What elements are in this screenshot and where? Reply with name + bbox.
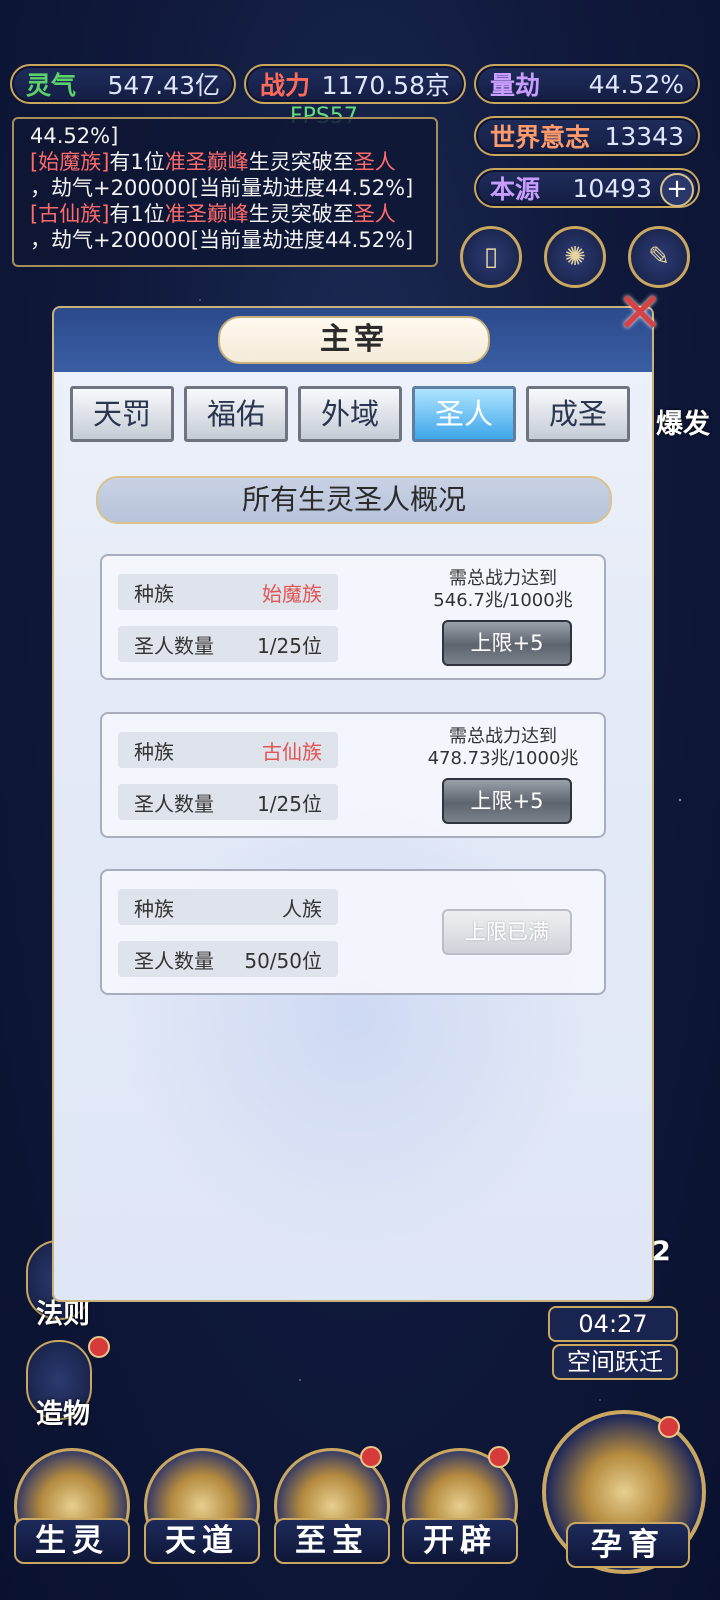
race-row: 种族 人族 (118, 889, 338, 925)
count-row: 圣人数量 1/25位 (118, 626, 338, 662)
close-icon[interactable]: ✕ (612, 286, 668, 342)
scroll-icon[interactable]: ✎ (628, 226, 690, 288)
nav-kaipi[interactable]: 开辟 (402, 1518, 518, 1564)
nav-yunyu[interactable]: 孕育 (566, 1522, 690, 1568)
raise-limit-button[interactable]: 上限+5 (442, 778, 572, 824)
dialog-title: 主宰 (218, 316, 490, 364)
count-value: 50/50位 (244, 948, 322, 973)
race-value: 人族 (282, 896, 322, 921)
zhuzai-dialog: 主宰 天罚 福佑 外域 圣人 成圣 所有生灵圣人概况 种族 始魔族 圣人数量 1… (54, 308, 652, 1300)
count-value: 1/25位 (257, 791, 322, 816)
zhanli-label: 战力 (260, 71, 311, 100)
race-value: 古仙族 (262, 739, 322, 764)
swirl-icon[interactable]: ✺ (544, 226, 606, 288)
lingqi-value: 547.43亿 (107, 71, 220, 100)
tab-shengren[interactable]: 圣人 (412, 386, 516, 442)
count-label: 圣人数量 (134, 633, 214, 658)
requirement-text: 需总战力达到 546.7兆/1000兆 (433, 568, 573, 611)
benyuan-value: 10493 (572, 173, 652, 203)
shijie-label: 世界意志 (490, 123, 591, 152)
zhanli-resource: 战力 1170.58京 (244, 64, 466, 104)
zhibao-notice-dot (360, 1446, 382, 1468)
tab-fuyou[interactable]: 福佑 (184, 386, 288, 442)
log-line-partial: 44.52%] (30, 124, 119, 148)
dialog-tabs: 天罚 福佑 外域 圣人 成圣 (70, 386, 630, 442)
limit-full-button[interactable]: 上限已满 (442, 909, 572, 955)
benyuan-resource: 本源 10493 + (474, 168, 700, 208)
message-log[interactable]: 44.52%] [始魔族]有1位准圣巅峰生灵突破至圣人 ，劫气+200000[当… (12, 117, 438, 267)
raise-limit-button[interactable]: 上限+5 (442, 620, 572, 666)
side-partial-label: 爆发 (656, 409, 710, 440)
race-label: 种族 (134, 581, 174, 606)
nav-zhibao[interactable]: 至宝 (274, 1518, 390, 1564)
liangjie-label: 量劫 (490, 71, 541, 100)
dialog-background-art (114, 788, 594, 1248)
log-entry: [始魔族]有1位准圣巅峰生灵突破至圣人 ，劫气+200000[当前量劫进度44.… (30, 150, 414, 200)
count-label: 圣人数量 (134, 948, 214, 973)
count-label: 圣人数量 (134, 791, 214, 816)
nav-shengling[interactable]: 生灵 (14, 1518, 130, 1564)
lingqi-resource: 灵气 547.43亿 (10, 64, 236, 104)
zao-wu-notice-dot (88, 1336, 110, 1358)
race-card: 种族 古仙族 圣人数量 1/25位 需总战力达到 478.73兆/1000兆 上… (100, 712, 606, 838)
tab-chengsheng[interactable]: 成圣 (526, 386, 630, 442)
liangjie-resource: 量劫 44.52% (474, 64, 700, 104)
yunyu-notice-dot (658, 1416, 680, 1438)
count-row: 圣人数量 1/25位 (118, 784, 338, 820)
race-card: 种族 始魔族 圣人数量 1/25位 需总战力达到 546.7兆/1000兆 上限… (100, 554, 606, 680)
countdown-timer: 04:27 (548, 1306, 678, 1342)
log-entry: [古仙族]有1位准圣巅峰生灵突破至圣人 ，劫气+200000[当前量劫进度44.… (30, 202, 414, 252)
nav-tiandao[interactable]: 天道 (144, 1518, 260, 1564)
kaipi-notice-dot (488, 1446, 510, 1468)
zhanli-value: 1170.58京 (321, 71, 450, 100)
race-label: 种族 (134, 739, 174, 764)
race-value: 始魔族 (262, 581, 322, 606)
right-badge-count: 2 (652, 1236, 671, 1267)
requirement-text: 需总战力达到 478.73兆/1000兆 (427, 726, 579, 769)
count-value: 1/25位 (257, 633, 322, 658)
section-title: 所有生灵圣人概况 (96, 476, 612, 524)
shijie-value: 13343 (604, 121, 684, 151)
race-row: 种族 古仙族 (118, 732, 338, 768)
liangjie-value: 44.52% (588, 69, 684, 99)
zao-wu-label: 造物 (36, 1399, 90, 1430)
benyuan-label: 本源 (490, 175, 541, 204)
race-card: 种族 人族 圣人数量 50/50位 上限已满 (100, 869, 606, 995)
kongjian-label[interactable]: 空间跃迁 (552, 1344, 678, 1380)
race-label: 种族 (134, 896, 174, 921)
shijie-resource: 世界意志 13343 (474, 116, 700, 156)
tab-tianfa[interactable]: 天罚 (70, 386, 174, 442)
count-row: 圣人数量 50/50位 (118, 941, 338, 977)
add-benyuan-button[interactable]: + (660, 173, 694, 207)
lingqi-label: 灵气 (26, 71, 77, 100)
tab-waiyu[interactable]: 外域 (298, 386, 402, 442)
race-row: 种族 始魔族 (118, 574, 338, 610)
card-icon[interactable]: ▯ (460, 226, 522, 288)
